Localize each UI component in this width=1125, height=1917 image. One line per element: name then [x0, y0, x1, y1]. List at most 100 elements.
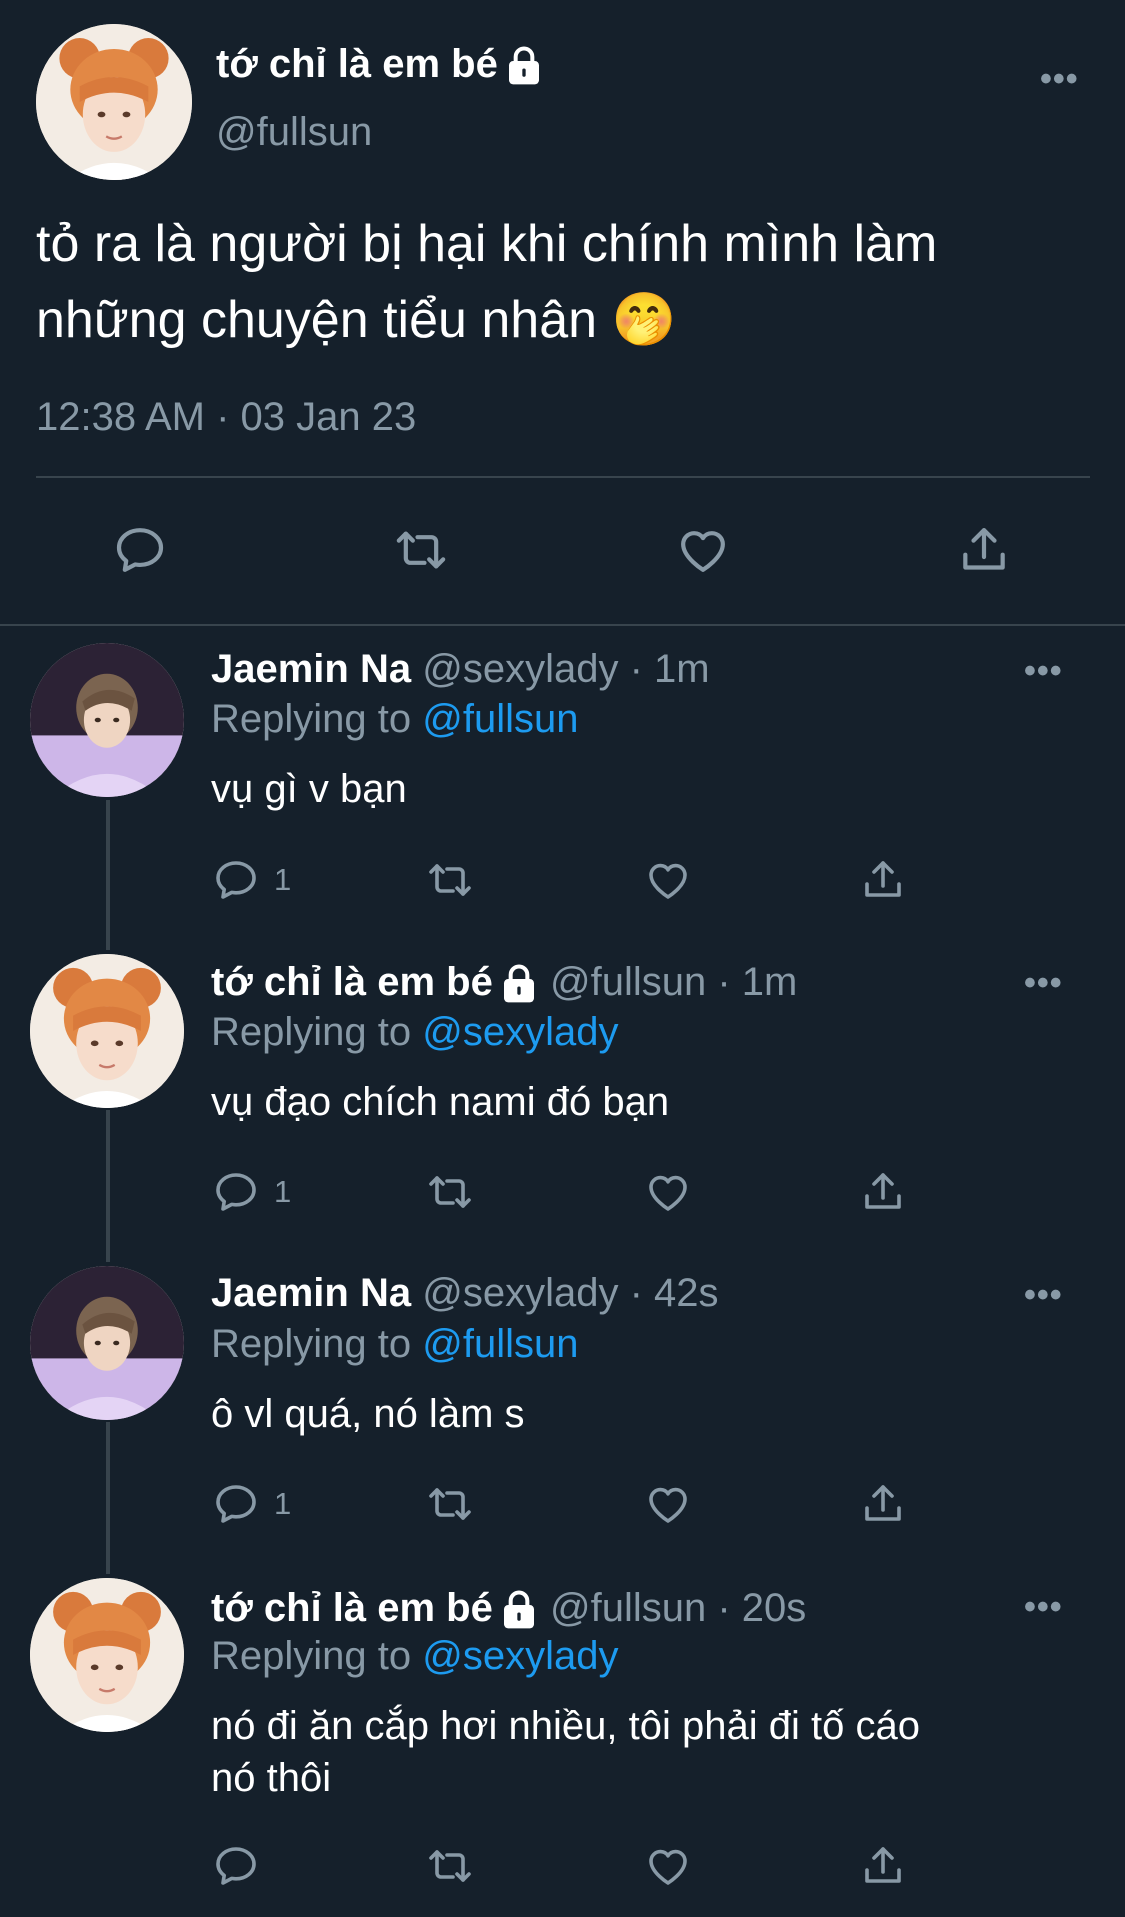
retweet-button[interactable] [421, 1480, 479, 1528]
reply-avatar[interactable] [30, 643, 184, 797]
like-icon [643, 1168, 693, 1216]
lock-icon [499, 1590, 539, 1630]
retweet-icon [421, 1842, 479, 1890]
reply-count: 1 [274, 862, 292, 897]
more-icon[interactable]: ••• [1024, 966, 1063, 1000]
reply-header: Jaemin Na @sexylady · 1m [211, 647, 710, 692]
reply-count: 1 [274, 1174, 292, 1209]
handle-time[interactable]: @sexylady · 1m [422, 647, 709, 691]
reply-button[interactable] [212, 1480, 260, 1528]
tweet-text-line2-text: những chuyện tiểu nhân [36, 291, 598, 349]
replying-to: Replying to @sexylady [211, 1010, 618, 1055]
share-button[interactable] [956, 522, 1012, 578]
reply-button[interactable] [212, 1842, 260, 1890]
reply-icon [212, 1480, 260, 1528]
reply-icon [212, 856, 260, 904]
share-button[interactable] [859, 1842, 907, 1890]
tweet-text-line2: những chuyện tiểu nhân 🤭 [36, 282, 1096, 358]
share-icon [859, 1168, 907, 1216]
handle-time[interactable]: @sexylady · 42s [422, 1271, 718, 1315]
like-button[interactable] [643, 856, 693, 904]
like-button[interactable] [643, 1480, 693, 1528]
reply-avatar[interactable] [30, 1266, 184, 1420]
retweet-button[interactable] [421, 1168, 479, 1216]
reply-icon [112, 522, 168, 578]
avatar-image [30, 1578, 184, 1732]
retweet-button[interactable] [421, 856, 479, 904]
reply-text-line1: nó đi ăn cắp hơi nhiều, tôi phải đi tố c… [211, 1704, 920, 1748]
reply-icon [212, 1842, 260, 1890]
reply-avatar[interactable] [30, 954, 184, 1108]
reply-button[interactable] [112, 522, 168, 578]
main-handle[interactable]: @fullsun [216, 110, 372, 155]
share-icon [956, 522, 1012, 578]
share-icon [859, 856, 907, 904]
divider [36, 476, 1090, 478]
hand-over-mouth-emoji: 🤭 [611, 291, 677, 349]
mention-link[interactable]: @fullsun [422, 1322, 578, 1366]
reply-text-line2: nó thôi [211, 1756, 332, 1800]
display-name[interactable]: tớ chỉ là em bé [211, 1586, 493, 1630]
handle-time[interactable]: @fullsun · 20s [550, 1586, 806, 1630]
reply-icon [212, 1168, 260, 1216]
reply-text: nó đi ăn cắp hơi nhiều, tôi phải đi tố c… [211, 1700, 1031, 1804]
section-divider [0, 624, 1125, 626]
share-button[interactable] [859, 1168, 907, 1216]
mention-link[interactable]: @sexylady [422, 1634, 618, 1678]
like-button[interactable] [643, 1842, 693, 1890]
retweet-icon [421, 856, 479, 904]
main-timestamp[interactable]: 12:38 AM · 03 Jan 23 [36, 395, 416, 440]
like-icon [674, 522, 732, 578]
reply-button[interactable] [212, 1168, 260, 1216]
avatar-image [30, 643, 184, 797]
tweet-text-line1: tỏ ra là người bị hại khi chính mình làm [36, 215, 938, 273]
replying-to: Replying to @fullsun [211, 697, 578, 742]
main-avatar[interactable] [36, 24, 192, 180]
avatar-image [30, 954, 184, 1108]
retweet-button[interactable] [421, 1842, 479, 1890]
share-button[interactable] [859, 856, 907, 904]
reply-avatar[interactable] [30, 1578, 184, 1732]
share-icon [859, 1480, 907, 1528]
more-icon[interactable]: ••• [1040, 62, 1079, 96]
retweet-icon [421, 1168, 479, 1216]
like-icon [643, 1842, 693, 1890]
reply-header: tớ chỉ là em bé @fullsun · 20s [211, 1586, 806, 1631]
mention-link[interactable]: @sexylady [422, 1010, 618, 1054]
thread-line [106, 800, 110, 950]
reply-text: vụ đạo chích nami đó bạn [211, 1080, 670, 1124]
share-button[interactable] [859, 1480, 907, 1528]
like-icon [643, 856, 693, 904]
replying-prefix: Replying to [211, 1322, 423, 1366]
replying-prefix: Replying to [211, 1010, 423, 1054]
share-icon [859, 1842, 907, 1890]
mention-link[interactable]: @fullsun [422, 697, 578, 741]
like-button[interactable] [643, 1168, 693, 1216]
display-name[interactable]: Jaemin Na [211, 647, 411, 691]
replying-to: Replying to @fullsun [211, 1322, 578, 1367]
replying-prefix: Replying to [211, 1634, 423, 1678]
retweet-icon [388, 522, 454, 578]
reply-header: Jaemin Na @sexylady · 42s [211, 1271, 719, 1316]
reply-button[interactable] [212, 856, 260, 904]
more-icon[interactable]: ••• [1024, 1278, 1063, 1312]
handle-time[interactable]: @fullsun · 1m [550, 960, 797, 1004]
lock-icon [504, 46, 544, 86]
display-name[interactable]: tớ chỉ là em bé [211, 960, 493, 1004]
avatar-image [30, 1266, 184, 1420]
reply-text: vụ gì v bạn [211, 767, 407, 811]
like-icon [643, 1480, 693, 1528]
retweet-icon [421, 1480, 479, 1528]
reply-header: tớ chỉ là em bé @fullsun · 1m [211, 960, 797, 1005]
like-button[interactable] [674, 522, 732, 578]
thread-line [106, 1422, 110, 1574]
replying-prefix: Replying to [211, 697, 423, 741]
reply-text: ô vl quá, nó làm s [211, 1392, 525, 1436]
more-icon[interactable]: ••• [1024, 654, 1063, 688]
more-icon[interactable]: ••• [1024, 1590, 1063, 1624]
display-name[interactable]: Jaemin Na [211, 1271, 411, 1315]
main-display-name[interactable]: tớ chỉ là em bé [216, 42, 544, 87]
retweet-button[interactable] [388, 522, 454, 578]
replying-to: Replying to @sexylady [211, 1634, 618, 1679]
display-name-text: tớ chỉ là em bé [216, 42, 498, 86]
